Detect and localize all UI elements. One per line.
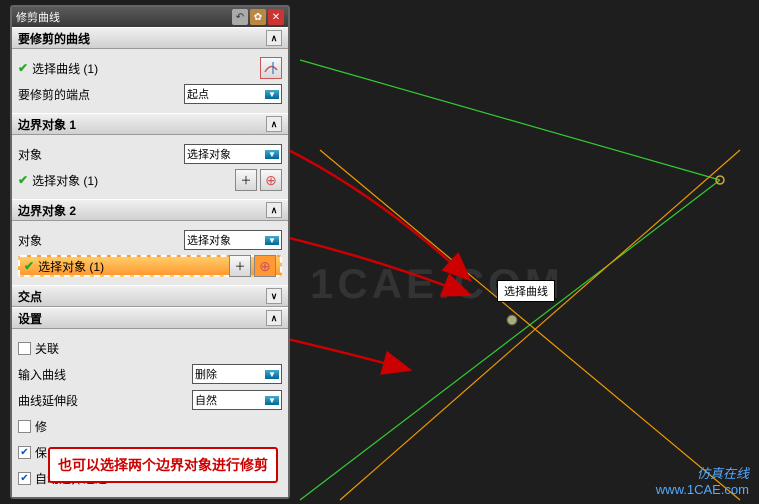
extend-select[interactable]: 自然▼ (192, 390, 282, 410)
endpoint-select[interactable]: 起点▼ (184, 84, 282, 104)
object-label: 对象 (18, 146, 42, 163)
trim-curve-dialog: 修剪曲线 ↶ ✿ ✕ 要修剪的曲线 ∧ ✔ 选择曲线 (1) 要修剪的端点 起点… (10, 5, 290, 499)
input-curve-select[interactable]: 删除▼ (192, 364, 282, 384)
extend-label: 曲线延伸段 (18, 392, 78, 409)
keep-checkbox[interactable]: ✔ (18, 446, 31, 459)
chevron-down-icon: ▼ (265, 150, 279, 159)
section-settings[interactable]: 设置 ∧ (12, 307, 288, 329)
select-curve-label: 选择曲线 (1) (32, 60, 98, 77)
target-icon[interactable]: ⊕ (260, 169, 282, 191)
repair-label: 修 (35, 418, 47, 435)
assoc-label: 关联 (35, 340, 59, 357)
section-curve-to-trim[interactable]: 要修剪的曲线 ∧ (12, 27, 288, 49)
select-object-label: 选择对象 (1) (38, 258, 104, 275)
section-boundary-1[interactable]: 边界对象 1 ∧ (12, 113, 288, 135)
chevron-down-icon[interactable]: ∨ (266, 288, 282, 304)
check-icon: ✔ (18, 61, 28, 75)
watermark: 仿真在线 www.1CAE.com (656, 466, 749, 498)
section-intersection[interactable]: 交点 ∨ (12, 285, 288, 307)
chevron-down-icon: ▼ (265, 236, 279, 245)
assoc-checkbox[interactable] (18, 342, 31, 355)
dialog-titlebar[interactable]: 修剪曲线 ↶ ✿ ✕ (12, 7, 288, 27)
repair-checkbox[interactable] (18, 420, 31, 433)
chevron-down-icon: ▼ (265, 396, 279, 405)
annotation-callout: 也可以选择两个边界对象进行修剪 (48, 447, 278, 483)
chevron-up-icon[interactable]: ∧ (266, 202, 282, 218)
chevron-down-icon: ▼ (265, 370, 279, 379)
check-icon: ✔ (18, 173, 28, 187)
target-icon[interactable]: ⊕ (254, 255, 276, 277)
tooltip-select-curve: 选择曲线 (497, 280, 555, 302)
select-object-label: 选择对象 (1) (32, 172, 98, 189)
close-icon[interactable]: ✕ (268, 9, 284, 25)
object-type-select[interactable]: 选择对象▼ (184, 230, 282, 250)
dialog-title: 修剪曲线 (16, 9, 230, 25)
object-label: 对象 (18, 232, 42, 249)
section-boundary-2[interactable]: 边界对象 2 ∧ (12, 199, 288, 221)
object-type-select[interactable]: 选择对象▼ (184, 144, 282, 164)
chevron-down-icon: ▼ (265, 90, 279, 99)
add-icon[interactable]: ＋ (229, 255, 251, 277)
undo-icon[interactable]: ↶ (232, 9, 248, 25)
select-curve-icon[interactable] (260, 57, 282, 79)
chevron-up-icon[interactable]: ∧ (266, 116, 282, 132)
autoselect-checkbox[interactable]: ✔ (18, 472, 31, 485)
gear-icon[interactable]: ✿ (250, 9, 266, 25)
endpoint-label: 要修剪的端点 (18, 86, 90, 103)
chevron-up-icon[interactable]: ∧ (266, 30, 282, 46)
check-icon: ✔ (24, 259, 34, 273)
keep-label: 保 (35, 444, 47, 461)
chevron-up-icon[interactable]: ∧ (266, 310, 282, 326)
add-icon[interactable]: ＋ (235, 169, 257, 191)
input-curve-label: 输入曲线 (18, 366, 66, 383)
